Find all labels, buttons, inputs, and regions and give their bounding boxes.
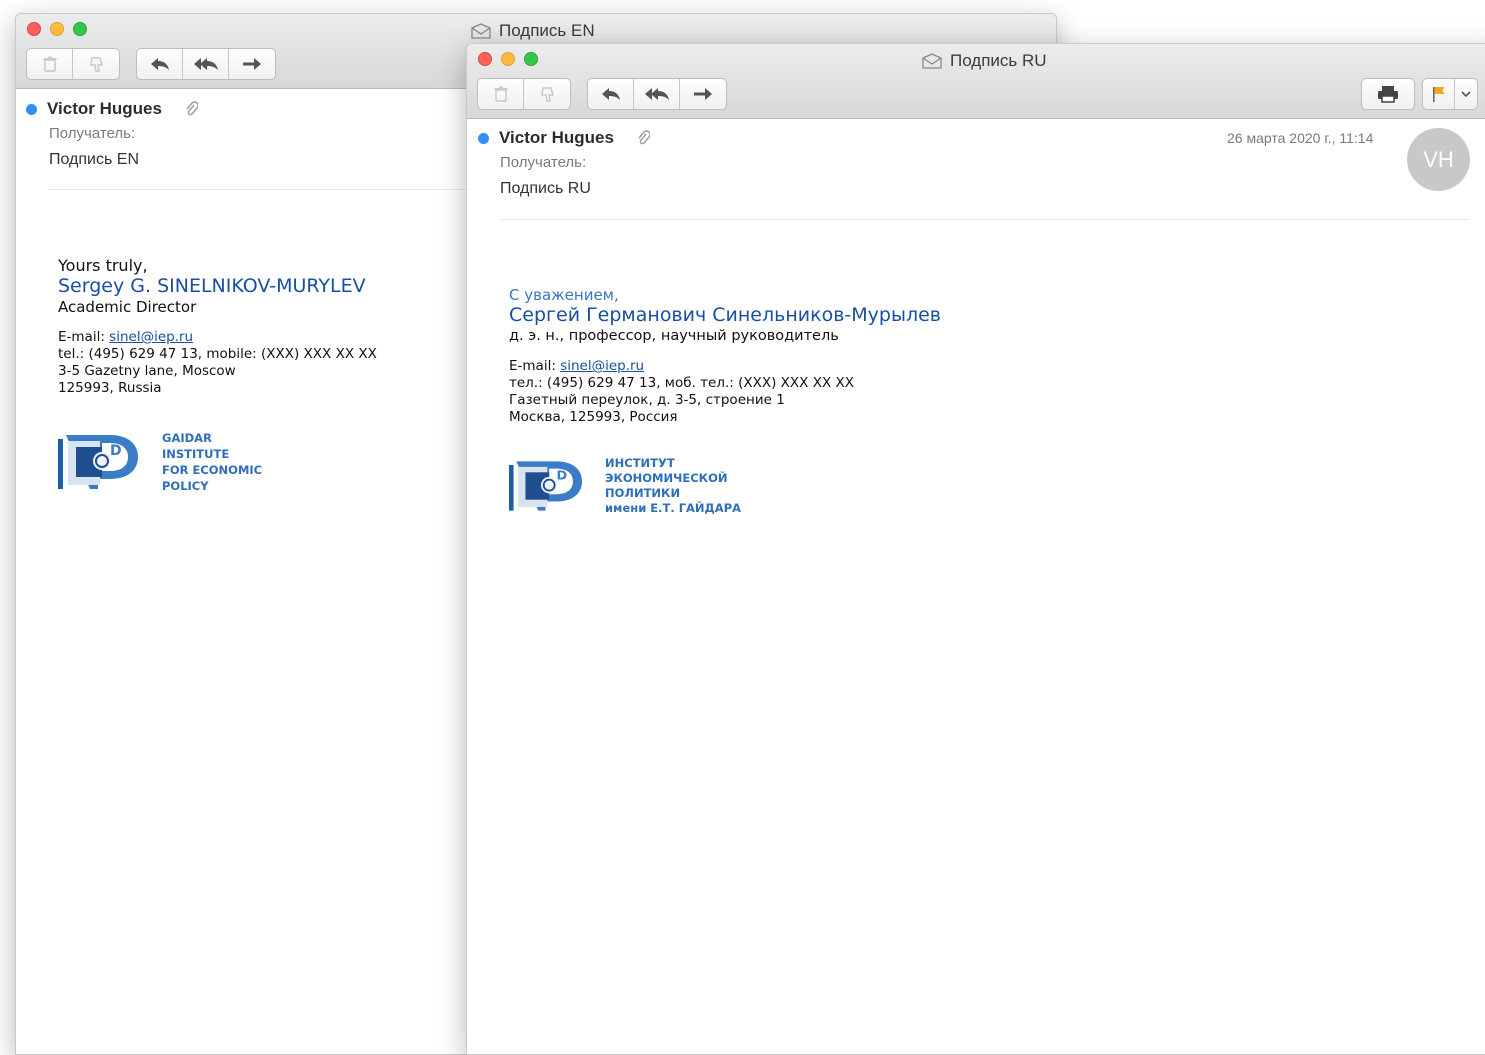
window-title: Подпись EN [470, 21, 595, 41]
logo-line: имени Е.Т. ГАЙДАРА [605, 501, 742, 515]
iep-logo-en: GAIDAR INSTITUTE FOR ECONOMIC POLICY [58, 430, 262, 494]
zoom-window-button[interactable] [524, 52, 538, 66]
junk-icon [86, 54, 106, 74]
logo-line: ПОЛИТИКИ [605, 486, 681, 500]
paperclip-icon[interactable] [184, 100, 198, 118]
signature-greeting: С уважением, [509, 286, 619, 304]
logo-text: GAIDAR INSTITUTE FOR ECONOMIC POLICY [162, 430, 262, 494]
reply-group [136, 48, 276, 80]
logo-line: FOR ECONOMIC [162, 463, 263, 477]
delete-junk-group [477, 78, 571, 110]
reply-all-icon [642, 84, 672, 104]
zoom-window-button[interactable] [73, 22, 87, 36]
trash-icon [491, 84, 511, 104]
flag-group [1422, 78, 1478, 110]
unread-dot [26, 103, 37, 115]
message-sender: Victor Hugues [478, 128, 650, 148]
junk-button[interactable] [524, 79, 570, 109]
window-titlebar[interactable]: Подпись RU [467, 44, 1485, 119]
message-sender: Victor Hugues [26, 99, 198, 119]
message-subject: Подпись EN [49, 151, 139, 168]
window-title: Подпись RU [921, 51, 1047, 71]
message-date: 26 марта 2020 г., 11:14 [1227, 130, 1374, 146]
signature-email-line: E-mail: sinel@iep.ru [509, 358, 941, 375]
signature-email-line: E-mail: sinel@iep.ru [58, 329, 377, 346]
sender-name[interactable]: Victor Hugues [499, 128, 614, 148]
logo-line: GAIDAR [162, 431, 212, 445]
header-divider [500, 219, 1470, 220]
signature-position: д. э. н., профессор, научный руководител… [509, 328, 839, 344]
window-title-text: Подпись EN [499, 21, 595, 40]
email-link[interactable]: sinel@iep.ru [109, 329, 193, 345]
junk-button[interactable] [73, 49, 119, 79]
signature-greeting: Yours truly, [58, 256, 148, 275]
signature-address-line2: 125993, Russia [58, 380, 162, 396]
signature-en: Yours truly, Sergey G. SINELNIKOV-MURYLE… [58, 256, 377, 397]
signature-name: Sergey G. SINELNIKOV-MURYLEV [58, 275, 366, 297]
close-window-button[interactable] [27, 22, 41, 36]
minimize-window-button[interactable] [50, 22, 64, 36]
signature-phone: тел.: (495) 629 47 13, моб. тел.: (XXX) … [509, 375, 854, 391]
recipient-label: Получатель: [49, 125, 136, 142]
forward-icon [240, 54, 264, 74]
signature-position: Academic Director [58, 298, 197, 316]
traffic-lights [27, 22, 87, 36]
window-title-text: Подпись RU [950, 51, 1047, 70]
logo-line: ИНСТИТУТ [605, 456, 675, 470]
message-subject: Подпись RU [500, 180, 591, 197]
logo-text: ИНСТИТУТ ЭКОНОМИЧЕСКОЙ ПОЛИТИКИ имени Е.… [605, 456, 741, 516]
logo-line: ЭКОНОМИЧЕСКОЙ [605, 471, 728, 485]
forward-button[interactable] [229, 49, 275, 79]
recipient-label: Получатель: [500, 154, 587, 171]
logo-line: INSTITUTE [162, 447, 230, 461]
flag-button[interactable] [1423, 79, 1455, 109]
close-window-button[interactable] [478, 52, 492, 66]
forward-icon [691, 84, 715, 104]
reply-group [587, 78, 727, 110]
iep-logo-ru: ИНСТИТУТ ЭКОНОМИЧЕСКОЙ ПОЛИТИКИ имени Е.… [509, 456, 741, 516]
signature-ru: С уважением, Сергей Германович Синельник… [509, 286, 941, 426]
iep-logo-icon [509, 456, 593, 516]
email-label: E-mail: [509, 358, 561, 374]
email-link[interactable]: sinel@iep.ru [560, 358, 644, 374]
signature-name: Сергей Германович Синельников-Мурылев [509, 304, 941, 326]
email-label: E-mail: [58, 329, 110, 345]
signature-address-line1: Газетный переулок, д. 3-5, строение 1 [509, 392, 785, 408]
minimize-window-button[interactable] [501, 52, 515, 66]
junk-icon [537, 84, 557, 104]
mail-window-ru: Подпись RU Victor Hugues 26 марта 2020 г… [466, 43, 1485, 1055]
chevron-down-icon [1460, 88, 1472, 100]
delete-button[interactable] [27, 49, 73, 79]
print-group [1361, 78, 1415, 110]
signature-address-line2: Москва, 125993, Россия [509, 409, 678, 425]
logo-line: POLICY [162, 479, 209, 493]
print-button[interactable] [1362, 79, 1414, 109]
trash-icon [40, 54, 60, 74]
signature-phone: tel.: (495) 629 47 13, mobile: (XXX) XXX… [58, 346, 377, 362]
unread-dot [478, 132, 489, 144]
reply-all-icon [191, 54, 221, 74]
reply-button[interactable] [588, 79, 634, 109]
delete-junk-group [26, 48, 120, 80]
sender-avatar: VH [1407, 128, 1470, 191]
reply-icon [148, 54, 172, 74]
envelope-icon [470, 22, 492, 40]
sender-name[interactable]: Victor Hugues [47, 99, 162, 119]
flag-icon [1431, 85, 1447, 103]
print-icon [1375, 84, 1401, 104]
paperclip-icon[interactable] [636, 129, 650, 147]
flag-menu-button[interactable] [1455, 79, 1477, 109]
iep-logo-icon [58, 431, 150, 493]
signature-address-line1: 3-5 Gazetny lane, Moscow [58, 363, 236, 379]
forward-button[interactable] [680, 79, 726, 109]
reply-all-button[interactable] [183, 49, 229, 79]
traffic-lights [478, 52, 538, 66]
delete-button[interactable] [478, 79, 524, 109]
envelope-icon [921, 52, 943, 70]
reply-button[interactable] [137, 49, 183, 79]
reply-icon [599, 84, 623, 104]
reply-all-button[interactable] [634, 79, 680, 109]
